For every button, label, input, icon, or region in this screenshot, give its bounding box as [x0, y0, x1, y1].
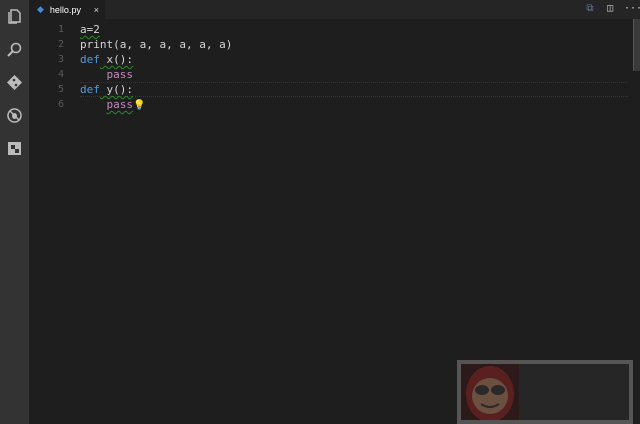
close-tab-button[interactable]: × [94, 5, 99, 15]
git-icon[interactable] [6, 74, 23, 91]
lightbulb-icon[interactable]: 💡 [133, 100, 145, 111]
keyword: def [80, 83, 100, 96]
tab-hello-py[interactable]: ◆ hello.py × [29, 0, 105, 19]
split-editor-icon[interactable]: ◫ [604, 3, 616, 15]
line-number: 6 [57, 99, 64, 110]
explorer-icon[interactable] [6, 8, 23, 25]
scrollbar[interactable] [633, 19, 640, 71]
monkey-avatar-icon [461, 364, 519, 422]
more-actions-button[interactable]: ··· [624, 3, 640, 15]
code-line-current: 5 def y(): [29, 82, 634, 97]
debug-icon[interactable] [6, 107, 23, 124]
line-number: 5 [57, 84, 64, 95]
line-number: 1 [57, 24, 64, 35]
open-changes-icon[interactable]: ⧉ [584, 3, 596, 15]
code-text: a=2 [80, 23, 100, 36]
extensions-icon[interactable] [6, 140, 23, 157]
line-number: 2 [57, 39, 64, 50]
webcam-overlay [457, 360, 633, 424]
activity-bar [0, 0, 29, 424]
line-number: 4 [57, 69, 64, 80]
tab-bar: ◆ hello.py × ⧉ ◫ ··· [29, 0, 640, 19]
tab-label: hello.py [49, 4, 81, 15]
keyword: pass [106, 98, 134, 111]
keyword: def [80, 53, 100, 66]
keyword: pass [106, 68, 134, 81]
line-number: 3 [57, 54, 64, 65]
code-text: print(a, a, a, a, a, a) [80, 38, 233, 51]
search-icon[interactable] [6, 41, 23, 58]
code-text: y(): [99, 83, 133, 96]
python-file-icon: ◆ [37, 4, 44, 14]
code-text: x(): [99, 53, 133, 66]
